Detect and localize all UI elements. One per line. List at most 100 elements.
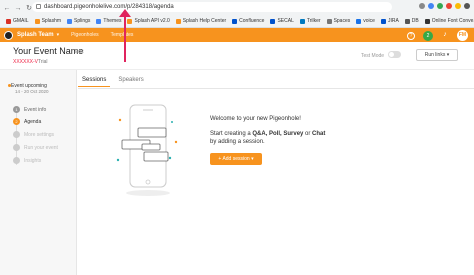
nav-pigeonholes[interactable]: Pigeonholes — [71, 32, 99, 38]
sidebar-item-agenda[interactable]: 2 Agenda — [13, 118, 41, 125]
bookmark-label: Trilker — [306, 18, 321, 24]
bookmark-icon — [175, 18, 181, 24]
bookmark-item[interactable]: Splashm — [34, 18, 62, 24]
bookmark-label: Splash API v2.0 — [134, 18, 170, 24]
bookmark-item[interactable]: voice — [356, 18, 375, 24]
step-number — [13, 131, 20, 138]
lock-icon — [36, 4, 41, 9]
app-topbar: Splash Team ▾ Pigeonholes Templates ? 2 … — [0, 28, 474, 42]
bookmark-icon — [232, 18, 238, 24]
run-links-label: Run links — [424, 52, 446, 58]
sidebar-item-label: Run your event — [24, 144, 58, 151]
bookmark-label: GMAIL — [13, 18, 29, 24]
topbar-actions: ? 2 ♪ FM — [407, 30, 468, 41]
test-mode-label: Test Mode — [361, 53, 385, 59]
nav-templates[interactable]: Templates — [111, 32, 134, 38]
step-number: 1 — [13, 106, 20, 113]
tab-speakers[interactable]: Speakers — [114, 75, 147, 87]
bookmark-icon — [424, 18, 430, 24]
extension-icon[interactable] — [446, 3, 452, 9]
help-icon[interactable]: ? — [407, 31, 415, 40]
sidebar-item-more-settings[interactable]: More settings — [13, 131, 54, 138]
url-text: dashboard.pigeonholelive.com/p/284318/ag… — [44, 4, 174, 10]
bookmark-item[interactable]: Online Font Conve... — [424, 18, 474, 24]
address-bar[interactable]: dashboard.pigeonholelive.com/p/284318/ag… — [32, 2, 392, 12]
bookmark-label: Splash Help Center — [182, 18, 227, 24]
bell-icon[interactable]: ♪ — [441, 31, 449, 40]
run-links-button[interactable]: Run links ▾ — [416, 49, 458, 61]
bookmark-icon — [67, 18, 73, 24]
notification-count-badge[interactable]: 2 — [423, 30, 433, 41]
bookmark-item[interactable]: JIRA — [380, 18, 399, 24]
extension-icon[interactable] — [437, 3, 443, 9]
browser-chrome: ← → ↻ dashboard.pigeonholelive.com/p/284… — [0, 0, 474, 28]
profile-icon[interactable] — [464, 3, 470, 9]
sidebar-item-insights[interactable]: Insights — [13, 157, 41, 164]
bookmark-icon — [6, 18, 11, 24]
desc-bold: Q&A, Poll, Survey — [252, 131, 304, 137]
bookmark-item[interactable]: Trilker — [299, 18, 321, 24]
back-icon[interactable]: ← — [3, 5, 11, 13]
desc-text: by adding a session. — [210, 139, 265, 145]
sidebar-item-event-info[interactable]: 1 Event info — [13, 106, 46, 113]
bookmark-item[interactable]: Splings — [67, 18, 90, 24]
extensions — [419, 3, 470, 9]
pigeon-logo-icon[interactable] — [4, 30, 13, 40]
bookmark-item[interactable]: Splash API v2.0 — [127, 18, 170, 24]
event-dates: 14 - 20 Oct 2020 — [15, 89, 49, 94]
test-mode-toggle[interactable] — [388, 51, 401, 58]
add-session-label: + Add session — [218, 156, 250, 162]
forward-icon[interactable]: → — [14, 5, 22, 13]
bookmark-label: Online Font Conve... — [431, 18, 474, 24]
bookmark-item[interactable]: DB — [404, 18, 419, 24]
bookmark-label: DB — [411, 18, 419, 24]
sidebar-item-label: Event info — [24, 106, 47, 113]
welcome-heading: Welcome to your new Pigeonhole! — [210, 116, 301, 122]
extension-icon[interactable] — [455, 3, 461, 9]
edit-event-link[interactable]: Edit — [75, 49, 84, 55]
bookmark-label: SECAL — [277, 18, 294, 24]
empty-state-illustration — [116, 104, 178, 196]
bookmarks-bar: GMAIL Splashm Splings Themes Splash API v2.0… — [0, 15, 474, 27]
bookmark-icon — [270, 18, 276, 24]
bookmark-item[interactable]: Splash Help Center — [175, 18, 227, 24]
empty-state-description: Start creating a Q&A, Poll, Survey or Ch… — [210, 130, 360, 146]
sidebar-item-label: Insights — [24, 157, 42, 164]
add-session-button[interactable]: + Add session ▾ — [210, 153, 262, 165]
team-name[interactable]: Splash Team — [17, 32, 54, 38]
bookmark-item[interactable]: Confluence — [232, 18, 264, 24]
bookmark-icon — [127, 18, 133, 24]
bookmark-item[interactable]: Themes — [96, 18, 121, 24]
bookmark-icon — [96, 18, 102, 24]
sidebar-item-label: More settings — [24, 131, 55, 138]
sidebar — [0, 70, 77, 275]
bookmark-item[interactable]: Spaces — [326, 18, 350, 24]
extension-icon[interactable] — [428, 3, 434, 9]
bookmark-label: Splashm — [41, 18, 62, 24]
bookmark-label: Confluence — [239, 18, 265, 24]
bookmark-icon — [356, 18, 362, 24]
toggle-knob — [389, 52, 394, 57]
bookmark-icon — [404, 18, 410, 24]
sidebar-item-run-event[interactable]: Run your event — [13, 144, 58, 151]
plan-badge: Trial — [38, 59, 48, 65]
bookmark-label: voice — [363, 18, 375, 24]
bookmark-label: JIRA — [387, 18, 399, 24]
bookmark-icon — [326, 18, 332, 24]
desc-text: or — [303, 131, 313, 137]
tab-sessions[interactable]: Sessions — [78, 75, 111, 87]
sidebar-item-label: Agenda — [24, 118, 42, 125]
bookmark-item[interactable]: SECAL — [270, 18, 294, 24]
chevron-down-icon[interactable]: ▾ — [57, 32, 60, 38]
bookmark-icon — [299, 18, 305, 24]
step-number: 2 — [13, 118, 20, 125]
bookmark-label: Splings — [74, 18, 91, 24]
step-number — [13, 144, 20, 151]
extension-icon[interactable] — [419, 3, 425, 9]
avatar[interactable]: FM — [457, 30, 468, 41]
bookmark-label: Themes — [103, 18, 122, 24]
bookmark-item[interactable]: GMAIL — [6, 18, 29, 24]
bookmark-icon — [380, 18, 386, 24]
event-title: Your Event Name — [13, 46, 84, 56]
tabs-divider — [78, 88, 474, 89]
